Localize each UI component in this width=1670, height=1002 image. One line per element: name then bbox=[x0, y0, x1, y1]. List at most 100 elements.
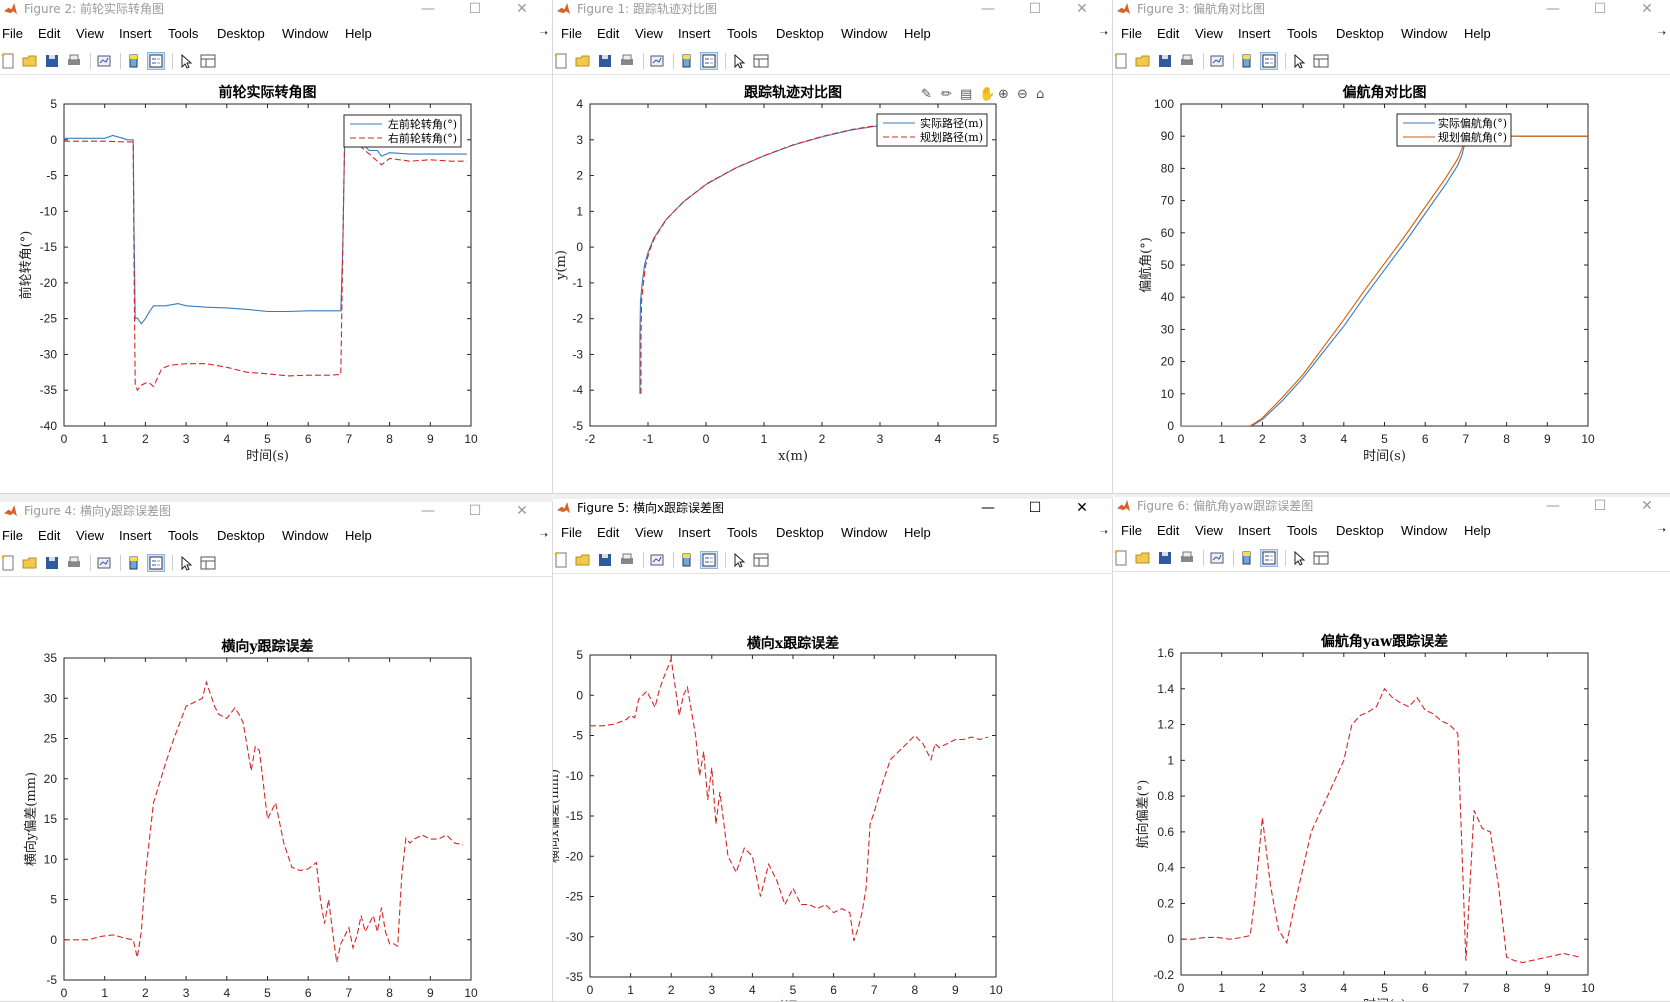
home-icon[interactable]: ⌂ bbox=[1036, 87, 1044, 102]
legend-icon[interactable] bbox=[1260, 549, 1278, 567]
menu-overflow-icon[interactable]: ➝ bbox=[540, 28, 548, 39]
link-plot-icon[interactable] bbox=[1209, 550, 1225, 566]
menu-help[interactable]: Help bbox=[345, 528, 372, 543]
axes-box[interactable] bbox=[1180, 652, 1589, 976]
colorbar-icon[interactable] bbox=[679, 552, 695, 568]
menu-help[interactable]: Help bbox=[1464, 523, 1491, 538]
minimize-button[interactable]: — bbox=[411, 502, 445, 520]
figure-window[interactable]: Figure 5: 横向x跟踪误差图 — ☐ ✕ File Edit View … bbox=[553, 499, 1113, 1002]
brush-icon[interactable]: ✎ bbox=[921, 87, 932, 102]
zoom-out-icon[interactable]: ⊖ bbox=[1017, 87, 1028, 102]
save-icon[interactable] bbox=[597, 552, 613, 568]
menu-view[interactable]: View bbox=[635, 26, 663, 41]
menu-window[interactable]: Window bbox=[1401, 523, 1447, 538]
edit-plot-icon[interactable] bbox=[178, 53, 194, 69]
property-inspector-icon[interactable] bbox=[1313, 550, 1329, 566]
maximize-button[interactable]: ☐ bbox=[458, 0, 492, 18]
new-figure-icon[interactable] bbox=[1113, 549, 1129, 566]
colorbar-icon[interactable] bbox=[679, 53, 695, 69]
figure-window[interactable]: Figure 1: 跟踪轨迹对比图 — ☐ ✕ File Edit View I… bbox=[553, 0, 1113, 494]
menu-desktop[interactable]: Desktop bbox=[217, 528, 265, 543]
menu-window[interactable]: Window bbox=[841, 26, 887, 41]
menu-file[interactable]: File bbox=[1121, 26, 1142, 41]
minimize-button[interactable]: — bbox=[971, 0, 1005, 18]
colorbar-icon[interactable] bbox=[1239, 53, 1255, 69]
print-icon[interactable] bbox=[1179, 53, 1195, 69]
print-icon[interactable] bbox=[619, 552, 635, 568]
edit-plot-icon[interactable] bbox=[178, 555, 194, 571]
menu-edit[interactable]: Edit bbox=[1157, 26, 1179, 41]
maximize-button[interactable]: ☐ bbox=[1018, 499, 1052, 517]
open-file-icon[interactable] bbox=[22, 555, 38, 571]
maximize-button[interactable]: ☐ bbox=[1583, 0, 1617, 18]
colorbar-icon[interactable] bbox=[126, 555, 142, 571]
close-button[interactable]: ✕ bbox=[1630, 497, 1664, 515]
new-figure-icon[interactable] bbox=[0, 554, 16, 571]
menu-edit[interactable]: Edit bbox=[597, 26, 619, 41]
menu-file[interactable]: File bbox=[2, 528, 23, 543]
title-bar[interactable]: Figure 6: 偏航角yaw跟踪误差图 — ☐ ✕ bbox=[1113, 497, 1670, 515]
menu-edit[interactable]: Edit bbox=[1157, 523, 1179, 538]
link-plot-icon[interactable] bbox=[1209, 53, 1225, 69]
maximize-button[interactable]: ☐ bbox=[458, 502, 492, 520]
colorbar-icon[interactable] bbox=[126, 53, 142, 69]
menu-overflow-icon[interactable]: ➝ bbox=[1100, 28, 1108, 39]
save-icon[interactable] bbox=[597, 53, 613, 69]
edit-plot-icon[interactable] bbox=[1291, 53, 1307, 69]
print-icon[interactable] bbox=[66, 555, 82, 571]
menu-window[interactable]: Window bbox=[282, 528, 328, 543]
menu-window[interactable]: Window bbox=[1401, 26, 1447, 41]
menu-file[interactable]: File bbox=[561, 525, 582, 540]
title-bar[interactable]: Figure 5: 横向x跟踪误差图 — ☐ ✕ bbox=[553, 499, 1112, 517]
title-bar[interactable]: Figure 4: 横向y跟踪误差图 — ☐ ✕ bbox=[0, 502, 552, 520]
menu-insert[interactable]: Insert bbox=[119, 528, 152, 543]
close-button[interactable]: ✕ bbox=[1065, 0, 1099, 18]
menu-view[interactable]: View bbox=[76, 528, 104, 543]
minimize-button[interactable]: — bbox=[1536, 497, 1570, 515]
title-bar[interactable]: Figure 3: 偏航角对比图 — ☐ ✕ bbox=[1113, 0, 1670, 18]
property-inspector-icon[interactable] bbox=[200, 53, 216, 69]
minimize-button[interactable]: — bbox=[411, 0, 445, 18]
menu-desktop[interactable]: Desktop bbox=[776, 525, 824, 540]
link-plot-icon[interactable] bbox=[96, 53, 112, 69]
save-icon[interactable] bbox=[1157, 53, 1173, 69]
print-icon[interactable] bbox=[1179, 550, 1195, 566]
menu-edit[interactable]: Edit bbox=[38, 26, 60, 41]
menu-window[interactable]: Window bbox=[841, 525, 887, 540]
property-inspector-icon[interactable] bbox=[200, 555, 216, 571]
open-file-icon[interactable] bbox=[22, 53, 38, 69]
figure-window[interactable]: Figure 4: 横向y跟踪误差图 — ☐ ✕ File Edit View … bbox=[0, 502, 553, 1002]
save-icon[interactable] bbox=[44, 53, 60, 69]
menu-view[interactable]: View bbox=[635, 525, 663, 540]
menu-overflow-icon[interactable]: ➝ bbox=[1100, 527, 1108, 538]
print-icon[interactable] bbox=[619, 53, 635, 69]
menu-insert[interactable]: Insert bbox=[119, 26, 152, 41]
new-figure-icon[interactable] bbox=[1113, 52, 1129, 69]
link-plot-icon[interactable] bbox=[649, 552, 665, 568]
minimize-button[interactable]: — bbox=[971, 499, 1005, 517]
edit-plot-icon[interactable] bbox=[731, 552, 747, 568]
figure-window[interactable]: Figure 6: 偏航角yaw跟踪误差图 — ☐ ✕ File Edit Vi… bbox=[1113, 497, 1670, 1002]
save-icon[interactable] bbox=[44, 555, 60, 571]
menu-desktop[interactable]: Desktop bbox=[1336, 523, 1384, 538]
export-icon[interactable]: ▤ bbox=[960, 87, 972, 102]
menu-file[interactable]: File bbox=[1121, 523, 1142, 538]
axes-box[interactable] bbox=[589, 103, 997, 427]
open-file-icon[interactable] bbox=[575, 53, 591, 69]
property-inspector-icon[interactable] bbox=[753, 552, 769, 568]
menu-window[interactable]: Window bbox=[282, 26, 328, 41]
close-button[interactable]: ✕ bbox=[1065, 499, 1099, 517]
menu-insert[interactable]: Insert bbox=[1238, 26, 1271, 41]
menu-overflow-icon[interactable]: ➝ bbox=[1658, 28, 1666, 39]
menu-tools[interactable]: Tools bbox=[1287, 523, 1317, 538]
menu-help[interactable]: Help bbox=[1464, 26, 1491, 41]
menu-tools[interactable]: Tools bbox=[727, 26, 757, 41]
menu-overflow-icon[interactable]: ➝ bbox=[540, 530, 548, 541]
menu-help[interactable]: Help bbox=[904, 26, 931, 41]
menu-edit[interactable]: Edit bbox=[38, 528, 60, 543]
open-file-icon[interactable] bbox=[575, 552, 591, 568]
property-inspector-icon[interactable] bbox=[753, 53, 769, 69]
link-plot-icon[interactable] bbox=[649, 53, 665, 69]
figure-window[interactable]: Figure 3: 偏航角对比图 — ☐ ✕ File Edit View In… bbox=[1113, 0, 1670, 494]
menu-desktop[interactable]: Desktop bbox=[217, 26, 265, 41]
